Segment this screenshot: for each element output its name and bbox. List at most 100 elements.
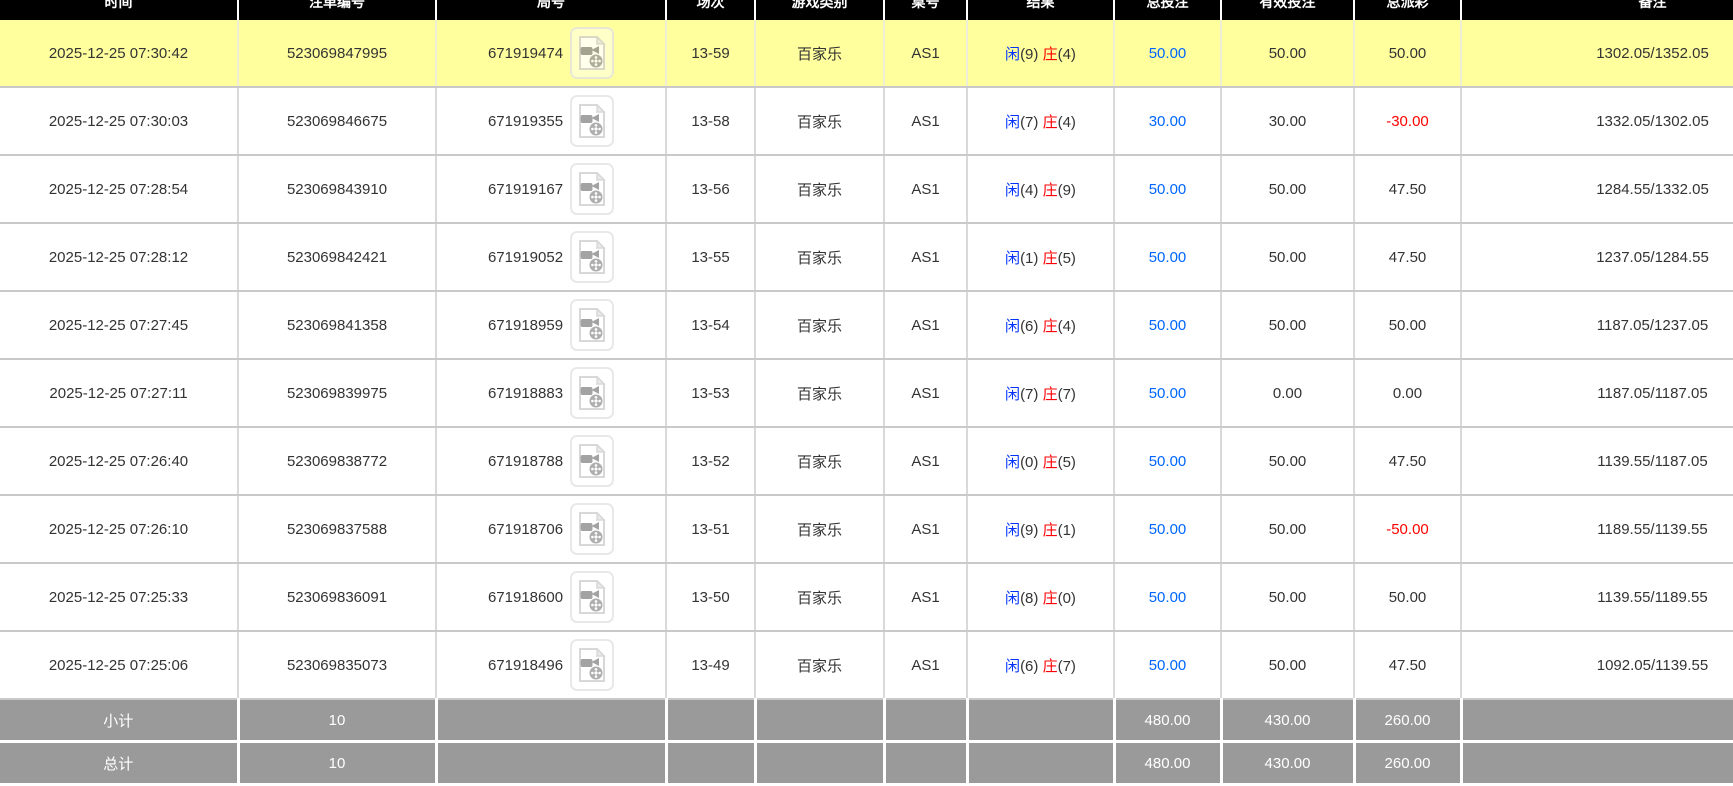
table-row: 2025-12-25 07:30:42523069847995671919474…	[0, 20, 1733, 87]
col-header-table_no: 桌号	[884, 0, 967, 20]
cell-total-payout: 47.50	[1354, 155, 1461, 223]
cell-session: 13-54	[666, 291, 755, 359]
cell-table-number: AS1	[884, 359, 967, 427]
table-footer: 小计10480.00430.00260.00总计10480.00430.0026…	[0, 699, 1733, 785]
round-number: 671918883	[488, 385, 563, 402]
video-replay-button[interactable]	[570, 639, 614, 691]
video-replay-button[interactable]	[570, 571, 614, 623]
round-wrap: 671918706	[488, 503, 614, 555]
round-wrap: 671918496	[488, 639, 614, 691]
footer-empty-result	[967, 699, 1114, 742]
video-replay-button[interactable]	[570, 163, 614, 215]
cell-table-number: AS1	[884, 20, 967, 87]
round-number: 671919167	[488, 181, 563, 198]
result-player-score: (9)	[1020, 522, 1038, 539]
cell-time: 2025-12-25 07:26:10	[0, 495, 238, 563]
total-bet-link[interactable]: 50.00	[1149, 45, 1187, 62]
table-viewport-shift: 时间注单编号局号场次游戏类别桌号结果总投注有效投注总派彩备注 2025-12-2…	[0, 0, 1733, 786]
cell-time: 2025-12-25 07:30:42	[0, 20, 238, 87]
video-replay-button[interactable]	[570, 367, 614, 419]
total-bet-link[interactable]: 50.00	[1149, 453, 1187, 470]
cell-round: 671919167	[436, 155, 666, 223]
table-row: 2025-12-25 07:27:11523069839975 671918883…	[0, 359, 1733, 427]
cell-time: 2025-12-25 07:28:54	[0, 155, 238, 223]
footer-empty-remark	[1461, 742, 1733, 785]
cell-total-payout: -50.00	[1354, 495, 1461, 563]
total-bet-link[interactable]: 30.00	[1149, 113, 1187, 130]
cell-result: 闲(0) 庄(5)	[967, 427, 1114, 495]
footer-empty-table_no	[884, 699, 967, 742]
cell-game-type: 百家乐	[755, 495, 884, 563]
total-bet-link[interactable]: 50.00	[1149, 385, 1187, 402]
cell-round: 671918959	[436, 291, 666, 359]
total-bet-link[interactable]: 50.00	[1149, 181, 1187, 198]
cell-bet-id: 523069835073	[238, 631, 436, 699]
result-banker-label: 庄	[1043, 454, 1058, 471]
cell-remark: 1332.05/1302.05	[1461, 87, 1733, 155]
video-replay-button[interactable]	[570, 95, 614, 147]
cell-bet-id: 523069839975	[238, 359, 436, 427]
cell-game-type: 百家乐	[755, 359, 884, 427]
cell-table-number: AS1	[884, 87, 967, 155]
result-banker-score: (4)	[1058, 46, 1076, 63]
footer-total-payout: 260.00	[1354, 699, 1461, 742]
video-replay-button[interactable]	[570, 435, 614, 487]
total-bet-link[interactable]: 50.00	[1149, 521, 1187, 538]
cell-valid-bet: 50.00	[1221, 563, 1354, 631]
result-player-score: (7)	[1020, 114, 1038, 131]
cell-time: 2025-12-25 07:27:11	[0, 359, 238, 427]
result-player-score: (4)	[1020, 182, 1038, 199]
video-replay-button[interactable]	[570, 299, 614, 351]
col-header-remark: 备注	[1461, 0, 1733, 20]
cell-game-type: 百家乐	[755, 87, 884, 155]
cell-total-payout: 50.00	[1354, 20, 1461, 87]
cell-bet-id: 523069847995	[238, 20, 436, 87]
total-bet-link[interactable]: 50.00	[1149, 249, 1187, 266]
video-replay-button[interactable]	[570, 503, 614, 555]
total-bet-link[interactable]: 50.00	[1149, 589, 1187, 606]
cell-valid-bet: 50.00	[1221, 223, 1354, 291]
cell-bet-id: 523069836091	[238, 563, 436, 631]
video-replay-icon	[578, 172, 606, 206]
round-number: 671919355	[488, 113, 563, 130]
cell-game-type: 百家乐	[755, 223, 884, 291]
footer-total-payout: 260.00	[1354, 742, 1461, 785]
total-bet-link[interactable]: 50.00	[1149, 317, 1187, 334]
footer-empty-session	[666, 699, 755, 742]
footer-valid-bet: 430.00	[1221, 699, 1354, 742]
round-wrap: 671919052	[488, 231, 614, 283]
cell-round: 671918496	[436, 631, 666, 699]
video-replay-icon	[578, 512, 606, 546]
video-replay-icon	[578, 648, 606, 682]
cell-session: 13-58	[666, 87, 755, 155]
cell-round: 671919474	[436, 20, 666, 87]
col-header-game_type: 游戏类别	[755, 0, 884, 20]
footer-empty-game_type	[755, 699, 884, 742]
cell-table-number: AS1	[884, 223, 967, 291]
cell-session: 13-59	[666, 20, 755, 87]
result-player-label: 闲	[1005, 250, 1020, 267]
table-row: 2025-12-25 07:27:45523069841358671918959…	[0, 291, 1733, 359]
result-player-label: 闲	[1005, 658, 1020, 675]
video-replay-icon	[578, 444, 606, 478]
result-banker-score: (4)	[1058, 114, 1076, 131]
table-row: 2025-12-25 07:28:12523069842421671919052…	[0, 223, 1733, 291]
round-wrap: 671918883	[488, 367, 614, 419]
result-player-label: 闲	[1005, 386, 1020, 403]
round-wrap: 671919167	[488, 163, 614, 215]
cell-total-payout: -30.00	[1354, 87, 1461, 155]
video-replay-button[interactable]	[570, 27, 614, 79]
cell-valid-bet: 50.00	[1221, 291, 1354, 359]
footer-empty-result	[967, 742, 1114, 785]
cell-round: 671919052	[436, 223, 666, 291]
footer-bet-count: 10	[238, 742, 436, 785]
cell-table-number: AS1	[884, 427, 967, 495]
video-replay-button[interactable]	[570, 231, 614, 283]
footer-label-subtotal: 小计	[0, 699, 238, 742]
total-bet-link[interactable]: 50.00	[1149, 657, 1187, 674]
cell-time: 2025-12-25 07:27:45	[0, 291, 238, 359]
cell-total-bet: 50.00	[1114, 223, 1221, 291]
round-number: 671918600	[488, 589, 563, 606]
cell-time: 2025-12-25 07:28:12	[0, 223, 238, 291]
result-banker-label: 庄	[1043, 46, 1058, 63]
